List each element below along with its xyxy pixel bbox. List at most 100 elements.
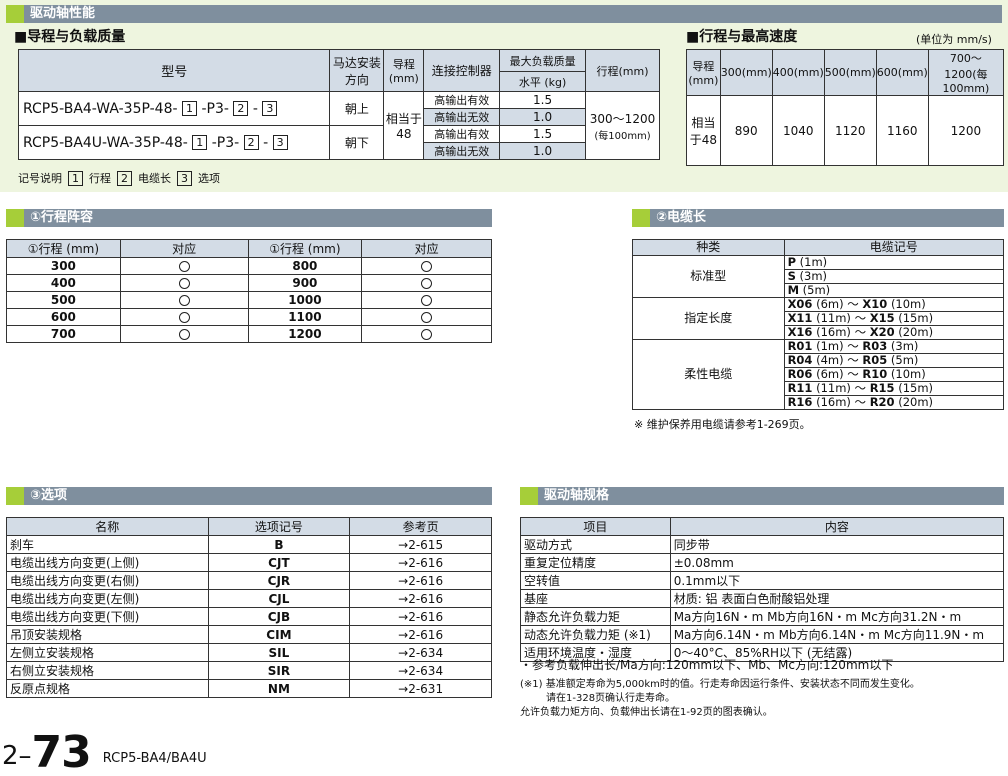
col-lead: 导程(mm) [383, 49, 425, 92]
spec-value: 同步带 [669, 535, 1005, 554]
cable-code-row: R04 (4m) 〜 R05 (5m) [783, 353, 1005, 368]
motor-up: 朝上 [329, 91, 385, 126]
ctrl-high-on: 高输出有效 [423, 125, 501, 143]
cable-code-row: X06 (6m) 〜 X10 (10m) [783, 297, 1005, 312]
option-page: →2-616 [349, 553, 492, 572]
stroke-a: 400 [6, 274, 121, 292]
options-h1: 名称 [6, 517, 209, 536]
spec-header: 驱动轴规格 [520, 487, 1004, 505]
available-circle-icon [119, 274, 249, 292]
options-header: ③选项 [6, 487, 492, 505]
available-circle-icon [361, 291, 492, 309]
spec-key: 基座 [520, 589, 671, 608]
page-number: 73 [31, 727, 92, 776]
option-page: →2-616 [349, 607, 492, 626]
spec-value: Ma方向16N・m Mb方向16N・m Mc方向31.2N・m [669, 607, 1005, 626]
option-name: 电缆出线方向变更(右侧) [6, 571, 209, 590]
cable-type-standard: 标准型 [632, 255, 785, 298]
col-controller: 连接控制器 [423, 49, 501, 92]
speed-h-300: 300(mm) [719, 49, 773, 96]
legend-text: 电缆长 [138, 172, 171, 185]
cable-code-row: R01 (1m) 〜 R03 (3m) [783, 339, 1005, 354]
model-mid: -P3- [201, 100, 229, 117]
spec-h1: 项目 [520, 517, 671, 536]
option-name: 左侧立安装规格 [6, 643, 209, 662]
ctrl-high-off: 高输出无效 [423, 108, 501, 126]
model-prefix: RCP5-BA4-WA-35P-48- [23, 100, 178, 117]
legend-label: 记号说明 [18, 172, 62, 185]
stroke-h3: ①行程 (mm) [247, 239, 363, 258]
col-stroke: 行程(mm) [585, 49, 660, 92]
model-row-1: RCP5-BA4-WA-35P-48- 1 -P3- 2 - 3 [17, 91, 331, 126]
box-option: 3 [272, 135, 288, 150]
cable-code-row: P (1m) [783, 255, 1005, 270]
cable-code-row: M (5m) [783, 283, 1005, 298]
model-mid: -P3- [211, 134, 240, 151]
option-code: CJR [207, 571, 351, 590]
col-model: 型号 [17, 49, 331, 92]
stroke-lineup-table: ①行程 (mm) 对应 ①行程 (mm) 对应 300 800 400 900 50… [6, 239, 492, 343]
spec-h2: 内容 [669, 517, 1005, 536]
stroke-h1: ①行程 (mm) [6, 239, 121, 258]
stroke-b: 1200 [247, 325, 363, 343]
load-value: 1.5 [499, 91, 587, 109]
box-cable: 2 [233, 101, 249, 116]
speed-value: 1120 [823, 95, 877, 166]
spec-note-3: 请在1-328页确认行走寿命。 [546, 693, 676, 704]
cable-length-table: 种类 电缆记号 标准型 P (1m) S (3m) M (5m) 指定长度 X06 … [632, 239, 1005, 410]
spec-key: 静态允许负载力矩 [520, 607, 671, 626]
option-page: →2-616 [349, 571, 492, 590]
option-code: SIR [207, 661, 351, 680]
stroke-b: 1000 [247, 291, 363, 309]
stroke-h2: 对应 [119, 239, 249, 258]
available-circle-icon [361, 325, 492, 343]
option-code: SIL [207, 643, 351, 662]
spec-key: 驱动方式 [520, 535, 671, 554]
options-table: 名称 选项记号 参考页 刹车 B →2-615 电缆出线方向变更(上侧) CJT →2-… [6, 517, 492, 698]
available-circle-icon [361, 274, 492, 292]
model-row-2: RCP5-BA4U-WA-35P-48- 1 -P3- 2 - 3 [17, 125, 331, 160]
legend-text: 选项 [198, 172, 220, 185]
stroke-a: 700 [6, 325, 121, 343]
legend-box: 3 [177, 170, 192, 186]
available-circle-icon [119, 291, 249, 309]
speed-h-500: 500(mm) [823, 49, 877, 96]
option-code: CIM [207, 625, 351, 644]
load-value: 1.5 [499, 125, 587, 143]
stroke-value: 300〜1200 [589, 111, 656, 126]
load-value: 1.0 [499, 142, 587, 160]
spec-value: 0.1mm以下 [669, 571, 1005, 590]
stroke-a: 300 [6, 257, 121, 275]
model-dash: - [263, 134, 269, 151]
box-stroke: 1 [182, 101, 197, 116]
col-max-load: 最大负载质量 [499, 49, 587, 72]
cable-code-row: S (3m) [783, 269, 1005, 284]
load-value: 1.0 [499, 108, 587, 126]
box-option: 3 [262, 101, 278, 116]
box-cable: 2 [243, 135, 259, 150]
section-header-drive-performance: 驱动轴性能 [6, 5, 1002, 23]
lead-load-table: 型号 马达安装方向 导程(mm) 连接控制器 最大负载质量 行程(mm) 水平 … [17, 49, 660, 160]
stroke-note: (每100mm) [594, 130, 651, 142]
cable-code-row: X11 (11m) 〜 X15 (15m) [783, 311, 1005, 326]
motor-down: 朝下 [329, 125, 385, 160]
option-code: B [207, 535, 351, 554]
available-circle-icon [361, 257, 492, 275]
spec-value: ±0.08mm [669, 553, 1005, 572]
spec-note-2: (※1) 基准额定寿命为5,000km时的值。行走寿命因运行条件、安装状态不同而… [520, 679, 920, 690]
ctrl-high-off: 高输出无效 [423, 142, 501, 160]
box-stroke: 1 [192, 135, 208, 150]
cable-code-row: R16 (16m) 〜 R20 (20m) [783, 395, 1005, 410]
cable-h2: 电缆记号 [783, 239, 1005, 256]
legend-box: 2 [117, 170, 132, 186]
cable-code-row: R11 (11m) 〜 R15 (15m) [783, 381, 1005, 396]
option-name: 反原点规格 [6, 679, 209, 698]
option-page: →2-616 [349, 589, 492, 608]
stroke-h4: 对应 [361, 239, 492, 258]
spec-value: 材质: 铝 表面白色耐酸铝处理 [669, 589, 1005, 608]
option-page: →2-615 [349, 535, 492, 554]
speed-h-600: 600(mm) [875, 49, 929, 96]
available-circle-icon [119, 308, 249, 326]
speed-value: 890 [719, 95, 773, 166]
page-footer: 2– 73 RCP5-BA4/BA4U [2, 730, 207, 776]
